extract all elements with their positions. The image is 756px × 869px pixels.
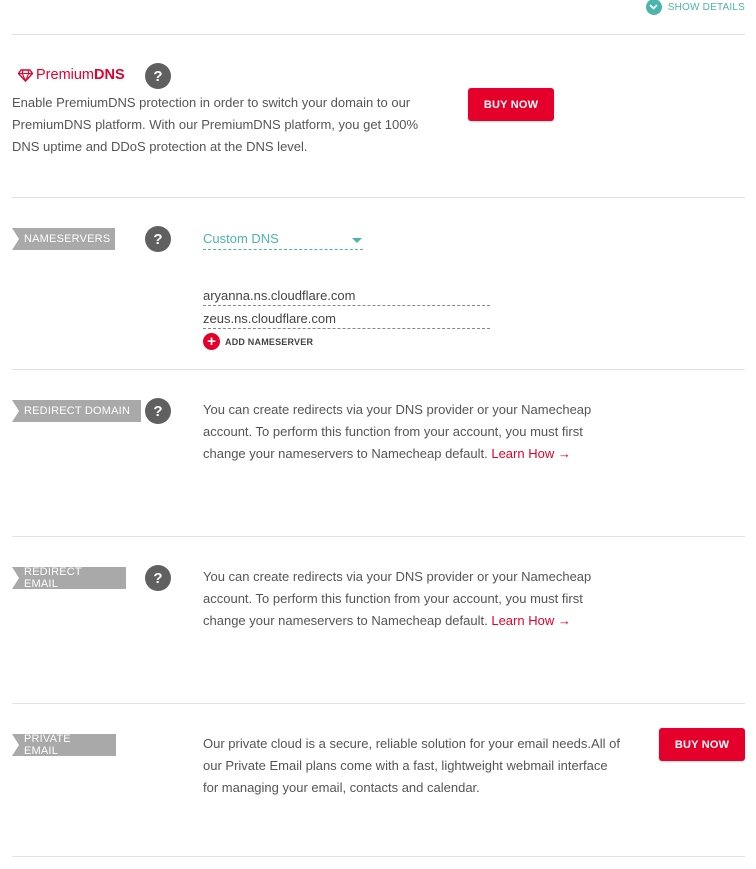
plus-circle-icon: + — [203, 333, 220, 350]
nameserver-input-2[interactable]: zeus.ns.cloudflare.com — [203, 308, 490, 329]
private-email-buy-button[interactable]: BUY NOW — [659, 728, 745, 761]
redirect-domain-help-button[interactable]: ? — [145, 398, 171, 424]
caret-down-icon — [352, 237, 362, 243]
divider — [12, 369, 745, 370]
dns-type-select[interactable]: Custom DNS — [203, 228, 363, 250]
divider — [12, 197, 745, 198]
nameservers-help-button[interactable]: ? — [145, 226, 171, 252]
logo-suffix: DNS — [94, 67, 125, 83]
divider — [12, 703, 745, 704]
private-email-description: Our private cloud is a secure, reliable … — [203, 736, 620, 795]
premium-dns-help-button[interactable]: ? — [145, 63, 171, 89]
divider — [12, 536, 745, 537]
redirect-domain-tag: REDIRECT DOMAIN — [12, 400, 141, 422]
divider — [12, 856, 745, 857]
premium-dns-logo: PremiumDNS — [18, 67, 125, 83]
nameservers-tag: NAMESERVERS — [12, 228, 115, 250]
premium-dns-description: Enable PremiumDNS protection in order to… — [12, 95, 419, 154]
add-nameserver-button[interactable]: + ADD NAMESERVER — [203, 333, 313, 350]
redirect-domain-learn-how-link[interactable]: Learn How → — [491, 446, 570, 461]
nameserver-input-1[interactable]: aryanna.ns.cloudflare.com — [203, 285, 490, 306]
add-nameserver-label: ADD NAMESERVER — [225, 336, 314, 347]
show-details-toggle[interactable]: SHOW DETAILS — [645, 0, 745, 15]
redirect-email-help-button[interactable]: ? — [145, 565, 171, 591]
show-details-label: SHOW DETAILS — [667, 1, 745, 13]
divider — [12, 34, 745, 35]
logo-prefix: Premium — [36, 67, 95, 83]
chevron-down-icon — [645, 0, 662, 15]
premium-dns-buy-button[interactable]: BUY NOW — [468, 88, 554, 121]
redirect-email-tag: REDIRECT EMAIL — [12, 566, 126, 590]
diamond-icon — [18, 68, 33, 82]
redirect-email-learn-how-link[interactable]: Learn How → — [491, 613, 570, 628]
dns-type-selected-value: Custom DNS — [203, 231, 279, 246]
redirect-domain-text: You can create redirects via your DNS pr… — [203, 399, 603, 465]
redirect-email-text: You can create redirects via your DNS pr… — [203, 566, 603, 632]
private-email-tag: PRIVATE EMAIL — [12, 733, 116, 757]
